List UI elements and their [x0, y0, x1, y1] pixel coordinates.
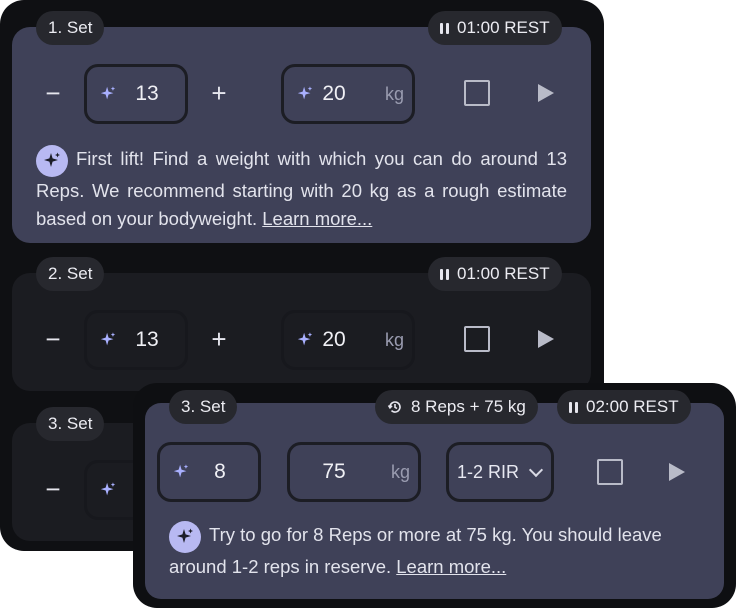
reps-value: 13	[135, 328, 159, 351]
rir-select-content: 1-2 RIR	[457, 461, 544, 483]
weight-value: 20	[322, 82, 346, 105]
reps-field[interactable]: 13	[84, 64, 188, 124]
complete-set-checkbox[interactable]	[597, 459, 623, 485]
pause-icon	[440, 22, 449, 34]
set-label-text: 3. Set	[48, 414, 93, 433]
decrease-reps-button[interactable]: −	[40, 326, 66, 353]
learn-more-link[interactable]: Learn more...	[262, 208, 372, 229]
weight-field[interactable]: 75 kg	[287, 442, 421, 502]
rest-timer-text: 01:00 REST	[457, 264, 550, 283]
focused-set-popout: 8 75 kg 1-2 RIR Try to go for 8 Reps or …	[133, 383, 736, 608]
reps-field[interactable]: 8	[157, 442, 261, 502]
rir-select[interactable]: 1-2 RIR	[446, 442, 554, 502]
weight-field[interactable]: 20 kg	[281, 64, 415, 124]
decrease-reps-button[interactable]: −	[40, 80, 66, 107]
history-icon	[387, 401, 401, 413]
sparkle-icon	[100, 482, 116, 496]
pause-icon	[440, 268, 449, 280]
rest-timer-text: 01:00 REST	[457, 18, 550, 37]
weight-value: 20	[322, 328, 346, 351]
weight-field[interactable]: 20 kg	[281, 310, 415, 370]
set-label: 1. Set	[36, 11, 105, 45]
weight-unit: kg	[384, 329, 404, 350]
chevron-down-icon	[528, 462, 544, 477]
sparkle-icon	[36, 145, 68, 177]
pause-icon	[569, 401, 578, 413]
learn-more-link[interactable]: Learn more...	[396, 556, 506, 577]
previous-performance-text: 8 Reps + 75 kg	[411, 397, 526, 416]
weight-unit: kg	[390, 461, 410, 482]
increase-reps-button[interactable]: +	[206, 80, 232, 107]
set-label: 3. Set	[169, 390, 238, 424]
weight-unit: kg	[384, 83, 404, 104]
set-label: 2. Set	[36, 257, 105, 291]
weight-value: 75	[322, 460, 346, 483]
reps-value: 8	[214, 460, 226, 483]
rest-timer[interactable]: 02:00 REST	[557, 390, 691, 424]
set-label-text: 3. Set	[181, 397, 226, 416]
set-card-focused: 8 75 kg 1-2 RIR Try to go for 8 Reps or …	[145, 403, 724, 599]
set-hint: First lift! Find a weight with which you…	[36, 145, 567, 233]
rest-timer[interactable]: 01:00 REST	[428, 257, 562, 291]
set-hint: Try to go for 8 Reps or more at 75 kg. Y…	[169, 521, 705, 581]
complete-set-checkbox[interactable]	[464, 80, 490, 106]
play-icon[interactable]	[538, 330, 554, 348]
play-icon[interactable]	[538, 84, 554, 102]
play-icon[interactable]	[669, 463, 685, 481]
set-card-1: − 13 + 20 kg First lift! Find a weight w…	[12, 27, 591, 243]
decrease-reps-button[interactable]: −	[40, 476, 66, 503]
complete-set-checkbox[interactable]	[464, 326, 490, 352]
rir-value: 1-2 RIR	[457, 461, 520, 482]
workout-sets: − 13 + 20 kg First lift! Find a weight w…	[0, 0, 736, 608]
increase-reps-button[interactable]: +	[206, 326, 232, 353]
reps-value: 13	[135, 82, 159, 105]
reps-field[interactable]: 13	[84, 310, 188, 370]
set-label-text: 2. Set	[48, 264, 93, 283]
sparkle-icon	[169, 521, 201, 553]
rest-timer-text: 02:00 REST	[586, 397, 679, 416]
set-label: 3. Set	[36, 407, 105, 441]
rest-timer[interactable]: 01:00 REST	[428, 11, 562, 45]
previous-performance: 8 Reps + 75 kg	[375, 390, 538, 424]
set-label-text: 1. Set	[48, 18, 93, 37]
